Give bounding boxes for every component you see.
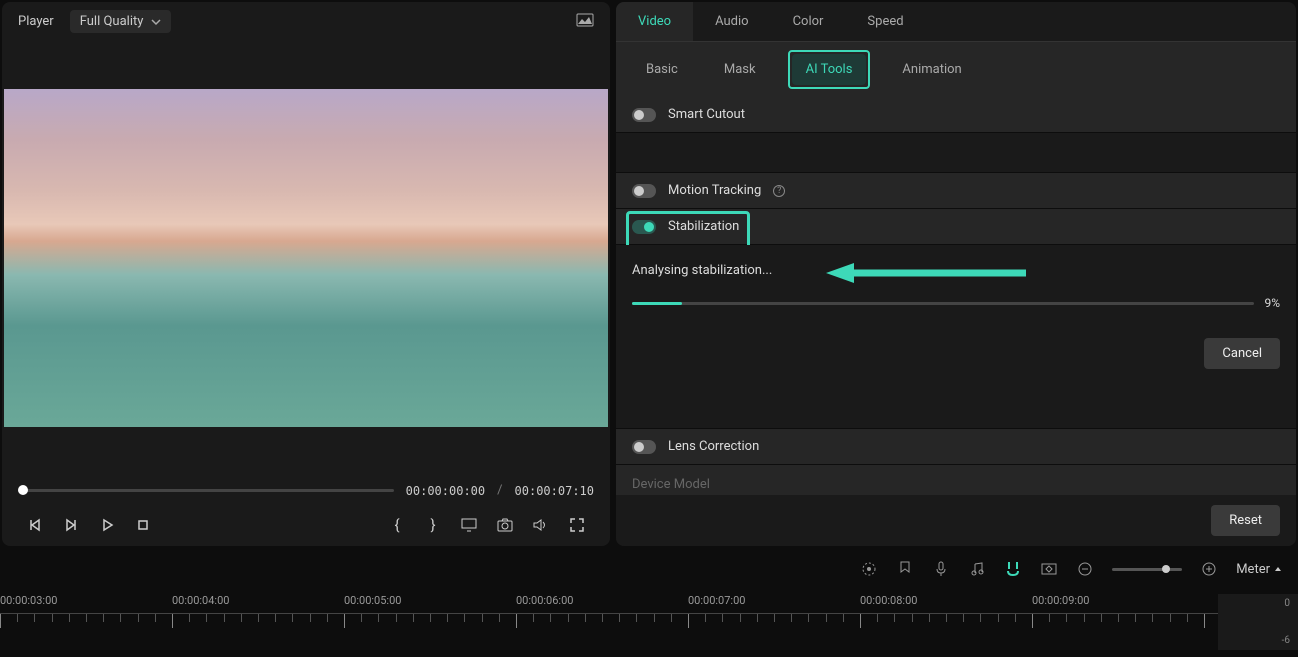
ruler-timecode: 00:00:04:00 [172, 594, 344, 607]
tab-color[interactable]: Color [771, 2, 846, 41]
meter-label: Meter [1236, 562, 1270, 577]
stabilization-progress [632, 302, 1254, 305]
info-icon[interactable]: ? [773, 185, 785, 197]
quality-value: Full Quality [80, 14, 144, 29]
playhead-scrubber[interactable] [18, 489, 394, 492]
fullscreen-button[interactable] [568, 516, 586, 534]
meter-button[interactable]: Meter [1236, 562, 1282, 577]
stop-button[interactable] [134, 516, 152, 534]
tab-audio[interactable]: Audio [693, 2, 770, 41]
ruler-timecode: 00:00:05:00 [344, 594, 516, 607]
top-tabs: Video Audio Color Speed [616, 2, 1296, 42]
play-button[interactable] [98, 516, 116, 534]
landscape-icon[interactable] [576, 13, 594, 31]
motion-tracking-toggle[interactable] [632, 184, 656, 198]
sub-tabs: Basic Mask AI Tools Animation [616, 42, 1296, 97]
duration-time: 00:00:07:10 [515, 484, 594, 498]
player-panel: Player Full Quality 00:00:00:00 / 00:00:… [2, 2, 610, 546]
music-icon[interactable] [968, 560, 986, 578]
render-icon[interactable] [860, 560, 878, 578]
mark-out-button[interactable]: } [424, 516, 442, 534]
tab-speed[interactable]: Speed [845, 2, 925, 41]
snapshot-button[interactable] [496, 516, 514, 534]
quality-select[interactable]: Full Quality [70, 10, 172, 33]
zoom-out-icon[interactable] [1076, 560, 1094, 578]
triangle-up-icon [1274, 565, 1282, 573]
stabilization-row: Stabilization [616, 209, 1296, 245]
smart-cutout-toggle[interactable] [632, 108, 656, 122]
subtab-animation[interactable]: Animation [888, 54, 975, 85]
stabilization-toggle[interactable] [632, 220, 656, 234]
volume-button[interactable] [532, 516, 550, 534]
motion-tracking-row: Motion Tracking ? [616, 173, 1296, 209]
cancel-button[interactable]: Cancel [1204, 338, 1280, 369]
ruler-timecode: 00:00:03:00 [0, 594, 172, 607]
timeline-zoom-slider[interactable] [1112, 568, 1182, 571]
smart-cutout-label: Smart Cutout [668, 107, 745, 122]
meter-scale-1: -6 [1282, 635, 1290, 646]
subtab-aitools[interactable]: AI Tools [792, 54, 867, 85]
stabilization-section: Analysing stabilization... 9% Cancel [616, 245, 1296, 389]
video-preview[interactable] [4, 89, 608, 427]
device-model-label: Device Model [632, 477, 710, 492]
highlight-aitools: AI Tools [788, 50, 871, 89]
chevron-down-icon [151, 17, 161, 27]
zoom-in-icon[interactable] [1200, 560, 1218, 578]
motion-tracking-label: Motion Tracking [668, 183, 761, 198]
lens-correction-toggle[interactable] [632, 440, 656, 454]
timeline-ruler[interactable]: 00:00:03:0000:00:04:0000:00:05:0000:00:0… [0, 590, 1298, 650]
player-label: Player [18, 14, 54, 29]
spacer-row [616, 133, 1296, 173]
tab-video[interactable]: Video [616, 2, 693, 41]
voiceover-icon[interactable] [932, 560, 950, 578]
stabilization-label: Stabilization [668, 219, 739, 234]
keyframe-icon[interactable] [1040, 560, 1058, 578]
next-frame-button[interactable] [62, 516, 80, 534]
mark-in-button[interactable]: { [388, 516, 406, 534]
spacer-row-2 [616, 389, 1296, 429]
reset-button[interactable]: Reset [1211, 505, 1280, 536]
device-model-row: Device Model [616, 465, 1296, 495]
subtab-basic[interactable]: Basic [632, 54, 692, 85]
smart-cutout-row: Smart Cutout [616, 97, 1296, 133]
lens-correction-label: Lens Correction [668, 439, 759, 454]
audio-meter: 0 -6 [1218, 594, 1298, 650]
subtab-mask[interactable]: Mask [710, 54, 770, 85]
progress-percent: 9% [1264, 296, 1280, 310]
ruler-timecode: 00:00:08:00 [860, 594, 1032, 607]
ruler-timecode: 00:00:07:00 [688, 594, 860, 607]
timeline-toolbar: Meter [0, 548, 1298, 590]
ruler-timecode: 00:00:09:00 [1032, 594, 1204, 607]
meter-scale-0: 0 [1284, 598, 1290, 609]
display-icon[interactable] [460, 516, 478, 534]
stabilization-status: Analysing stabilization... [632, 263, 772, 278]
current-time: 00:00:00:00 [406, 484, 485, 498]
player-controls: 00:00:00:00 / 00:00:07:10 { } [2, 475, 610, 546]
arrow-annotation [826, 261, 1026, 285]
lens-correction-row: Lens Correction [616, 429, 1296, 465]
auto-beat-icon[interactable] [1004, 560, 1022, 578]
ruler-timecode: 00:00:06:00 [516, 594, 688, 607]
time-separator: / [497, 483, 502, 498]
marker-icon[interactable] [896, 560, 914, 578]
prev-frame-button[interactable] [26, 516, 44, 534]
properties-panel: Video Audio Color Speed Basic Mask AI To… [616, 2, 1296, 546]
